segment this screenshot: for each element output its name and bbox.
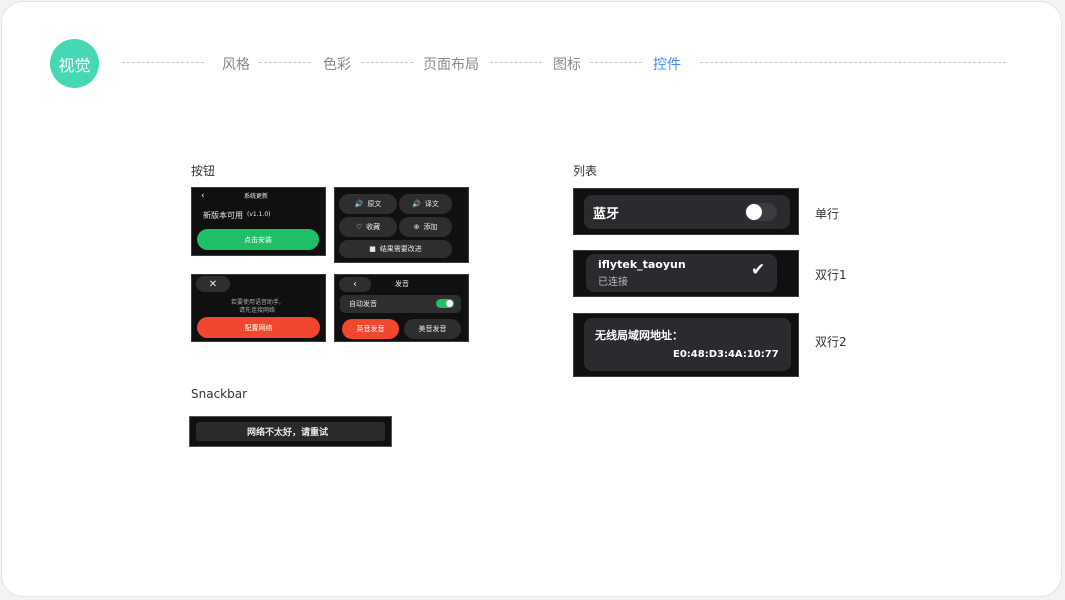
- close-icon[interactable]: ✕: [196, 276, 230, 292]
- buttons-section-title: 按钮: [191, 164, 216, 178]
- update-title: 系统更新: [244, 193, 269, 200]
- translation-label: 译文: [424, 200, 439, 208]
- speaker-icon: 🔊: [412, 200, 421, 208]
- favorite-button[interactable]: ♡ 收藏: [339, 217, 397, 237]
- original-button[interactable]: 🔊 原文: [339, 194, 397, 214]
- double-line-1-caption: 双行1: [815, 268, 847, 282]
- update-version: (v1.1.0): [247, 211, 271, 218]
- bluetooth-label: 蓝牙: [593, 207, 620, 222]
- toggle-knob: [746, 204, 762, 220]
- single-line-caption: 单行: [815, 207, 840, 221]
- install-button[interactable]: 点击安装: [197, 229, 319, 250]
- action-screen: 🔊 原文 🔊 译文 ♡ 收藏 ⊕ 添加 ■ 结果需要改进: [334, 187, 469, 263]
- update-screen: ‹ 系统更新 新版本可用 (v1.1.0) 点击安装: [191, 187, 326, 256]
- snackbar-section-title: Snackbar: [191, 387, 248, 401]
- nav-item-controls[interactable]: 控件: [653, 54, 681, 74]
- auto-voice-label: 自动发音: [349, 300, 377, 308]
- add-label: 添加: [423, 223, 438, 231]
- speaker-icon: 🔊: [354, 200, 364, 208]
- wlan-address-label: 无线局域网地址：: [595, 329, 683, 342]
- voice-screen: ‹ 发音 自动发音 英音发音 美音发音: [334, 274, 469, 342]
- nav-item-color[interactable]: 色彩: [323, 54, 351, 74]
- feedback-button[interactable]: ■ 结果需要改进: [339, 240, 452, 258]
- add-button[interactable]: ⊕ 添加: [399, 217, 452, 237]
- nav-divider: [490, 62, 542, 63]
- nav-item-layout[interactable]: 页面布局: [423, 54, 479, 74]
- single-line-list: 蓝牙: [573, 188, 799, 235]
- back-icon[interactable]: ‹: [339, 277, 371, 292]
- voice-title: 发音: [395, 280, 409, 288]
- snackbar-message: 网络不太好，请重试: [247, 428, 329, 438]
- heart-icon: ♡: [355, 223, 363, 231]
- wifi-name: iflytek_taoyun: [598, 258, 686, 271]
- feedback-icon: ■: [369, 245, 376, 253]
- wlan-address-value: E0:48:D3:4A:10:77: [673, 349, 779, 360]
- visual-badge[interactable]: 视觉: [50, 39, 99, 88]
- american-voice-button[interactable]: 美音发音: [404, 319, 461, 339]
- toggle-knob: [446, 300, 453, 307]
- snackbar: 网络不太好，请重试: [189, 416, 392, 447]
- network-screen: ✕ 若要使用语音助手, 请先连接网络 配置网络: [191, 274, 326, 342]
- plus-circle-icon: ⊕: [413, 223, 420, 231]
- update-message: 新版本可用: [203, 211, 243, 220]
- nav-item-style[interactable]: 风格: [222, 54, 250, 74]
- translation-button[interactable]: 🔊 译文: [399, 194, 452, 214]
- double-line-2-caption: 双行2: [815, 335, 847, 349]
- favorite-label: 收藏: [366, 223, 381, 231]
- original-label: 原文: [367, 200, 382, 208]
- network-message-line2: 请先连接网络: [239, 307, 276, 314]
- double-line-list-1: iflytek_taoyun 已连接 ✔: [573, 250, 799, 297]
- nav-divider: [700, 62, 1006, 63]
- nav-item-icons[interactable]: 图标: [553, 54, 581, 74]
- nav-divider: [361, 62, 413, 63]
- config-network-button[interactable]: 配置网络: [197, 317, 320, 338]
- nav-divider: [259, 62, 311, 63]
- check-icon: ✔: [751, 260, 766, 280]
- bluetooth-toggle[interactable]: [745, 203, 777, 221]
- nav-divider: [122, 62, 204, 63]
- british-voice-button[interactable]: 英音发音: [342, 319, 399, 339]
- back-icon[interactable]: ‹: [201, 191, 205, 201]
- page-card: [1, 1, 1062, 597]
- wlan-address-item[interactable]: [584, 318, 791, 371]
- feedback-label: 结果需要改进: [379, 245, 422, 253]
- double-line-list-2: 无线局域网地址： E0:48:D3:4A:10:77: [573, 313, 799, 377]
- list-section-title: 列表: [573, 164, 598, 178]
- wifi-status: 已连接: [598, 277, 628, 288]
- auto-voice-toggle[interactable]: [436, 299, 454, 308]
- nav-divider: [590, 62, 642, 63]
